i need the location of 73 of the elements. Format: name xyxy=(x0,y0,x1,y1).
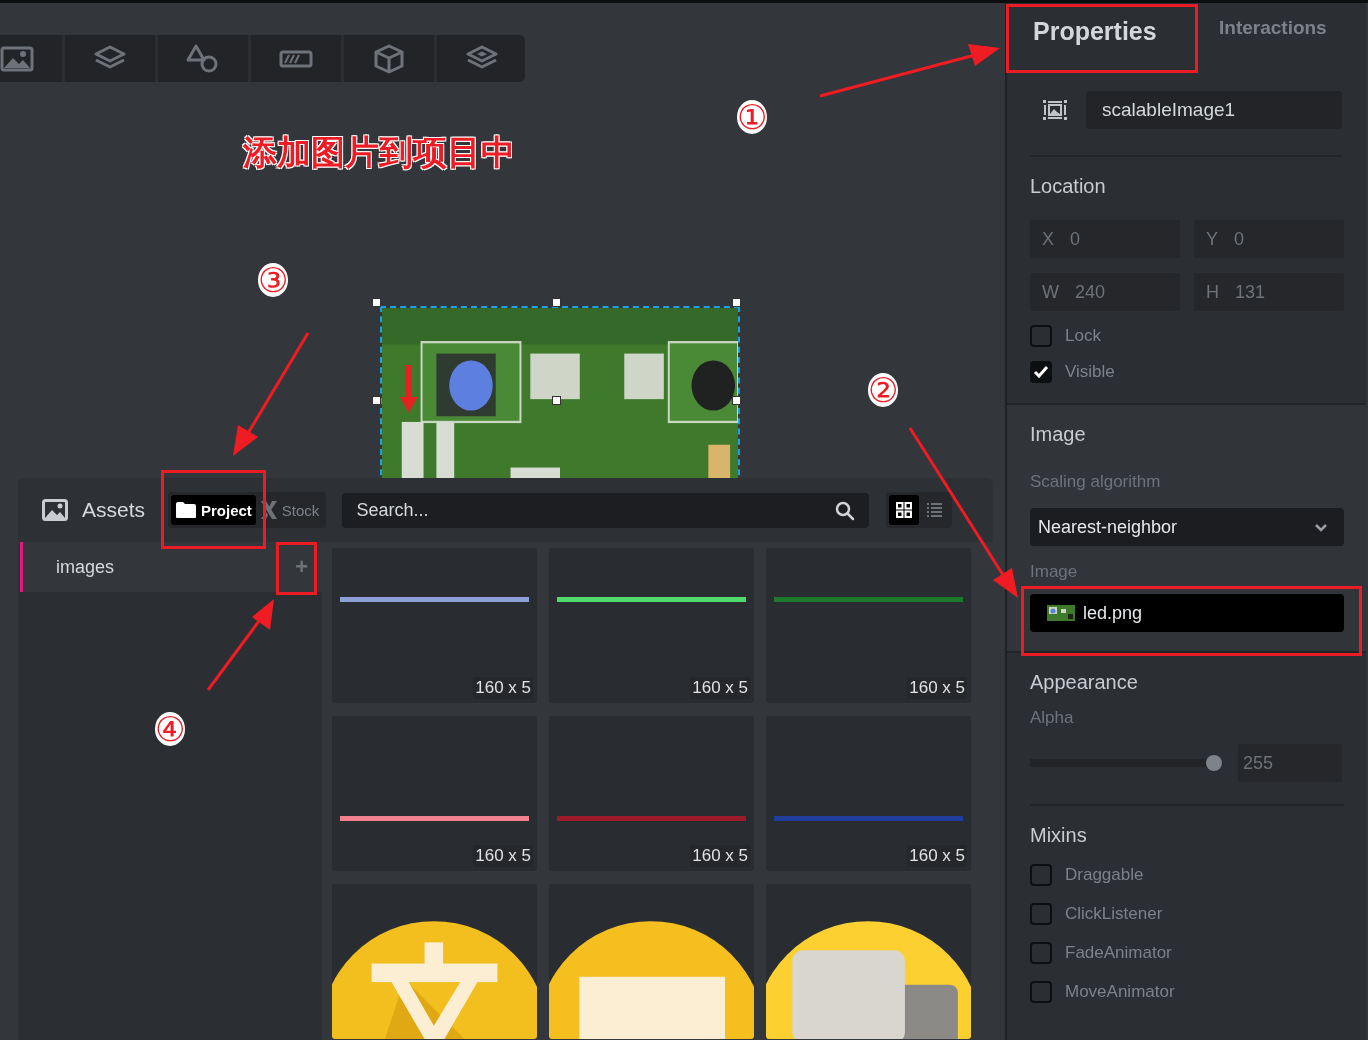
folder-item[interactable]: images + xyxy=(20,542,322,592)
section-title: Appearance xyxy=(1030,671,1139,694)
view-button[interactable] xyxy=(889,495,920,525)
asset-tile[interactable]: 160 x 5 xyxy=(332,548,537,703)
search-icon xyxy=(835,500,856,521)
source-tab[interactable]: Stock xyxy=(255,495,324,525)
shapes-icon xyxy=(186,43,220,74)
asset-tile[interactable]: 160 x 5 xyxy=(766,548,971,703)
step-marker: ② xyxy=(868,373,899,407)
resize-handle[interactable] xyxy=(372,298,381,307)
source-tab[interactable]: Project xyxy=(171,495,256,525)
field-label: Alpha xyxy=(1030,708,1075,728)
list-icon xyxy=(926,502,943,518)
name-field[interactable]: scalableImage1 xyxy=(1086,91,1342,129)
field-label: Scaling algorithm xyxy=(1030,472,1162,492)
progress-bar-icon xyxy=(279,49,313,68)
section-title: Image xyxy=(1030,423,1087,446)
scaling-dropdown[interactable]: Nearest-neighbor xyxy=(1030,508,1344,546)
checkbox[interactable] xyxy=(1030,325,1052,347)
asset-tile[interactable]: 160 x 5 xyxy=(332,716,537,871)
checkbox[interactable] xyxy=(1030,942,1052,964)
resize-handle[interactable] xyxy=(552,298,561,307)
folder-name: images xyxy=(56,556,115,578)
checkbox[interactable] xyxy=(1030,864,1052,886)
checkbox-label: Visible xyxy=(1065,362,1115,382)
search-field[interactable]: Search... xyxy=(342,492,870,528)
checkbox-label: Lock xyxy=(1065,326,1101,346)
asset-tile[interactable]: 160 x 5 xyxy=(549,716,754,871)
asset-tile[interactable]: 160 x 5 xyxy=(766,716,971,871)
image-icon xyxy=(42,499,68,521)
resize-handle[interactable] xyxy=(732,298,741,307)
annotation-title: 添加图片到项目中 xyxy=(243,131,515,174)
slider-thumb[interactable] xyxy=(1206,755,1222,771)
toolbar-button[interactable] xyxy=(344,35,434,82)
resize-handle[interactable] xyxy=(372,396,381,405)
highlight-frame xyxy=(276,542,317,595)
toolbar-button[interactable] xyxy=(65,35,155,82)
scalable-image-icon xyxy=(1043,100,1067,120)
toolbar-button[interactable] xyxy=(158,35,248,82)
x-logo-icon xyxy=(259,500,278,520)
panel-tab[interactable]: Interactions xyxy=(1219,17,1327,39)
size-label: 160 x 5 xyxy=(690,845,750,867)
grid-icon xyxy=(896,502,913,518)
resize-handle[interactable] xyxy=(732,396,741,405)
step-marker: ① xyxy=(737,100,768,134)
cube-icon xyxy=(373,43,405,74)
section-title: Mixins xyxy=(1030,824,1088,847)
folder-icon xyxy=(175,501,197,519)
step-marker: ③ xyxy=(258,263,289,297)
size-label: 160 x 5 xyxy=(473,677,533,699)
chevron-down-icon xyxy=(1314,522,1328,532)
checkbox-label: MoveAnimator xyxy=(1065,982,1175,1002)
checkbox-label: ClickListener xyxy=(1065,904,1163,924)
panel-title: Assets xyxy=(82,498,147,522)
size-label: 160 x 5 xyxy=(907,677,967,699)
field-label: Image xyxy=(1030,562,1079,582)
checkbox-label: FadeAnimator xyxy=(1065,943,1172,963)
asset-tile[interactable]: 160 x 5 xyxy=(549,548,754,703)
size-label: 160 x 5 xyxy=(473,845,533,867)
resize-handle[interactable] xyxy=(552,396,561,405)
toolbar-button[interactable] xyxy=(437,35,525,82)
toolbar-button[interactable] xyxy=(251,35,341,82)
checkbox[interactable] xyxy=(1030,361,1052,383)
size-label: 160 x 5 xyxy=(690,677,750,699)
section-title: Location xyxy=(1030,175,1107,198)
image-field[interactable]: led.png xyxy=(1030,594,1344,632)
toolbar-button[interactable] xyxy=(0,35,62,82)
size-label: 160 x 5 xyxy=(907,845,967,867)
checkbox[interactable] xyxy=(1030,903,1052,925)
checkbox-label: Draggable xyxy=(1065,865,1144,885)
image-icon xyxy=(0,45,34,72)
checkbox[interactable] xyxy=(1030,981,1052,1003)
panel-tab[interactable]: Properties xyxy=(1033,17,1219,46)
